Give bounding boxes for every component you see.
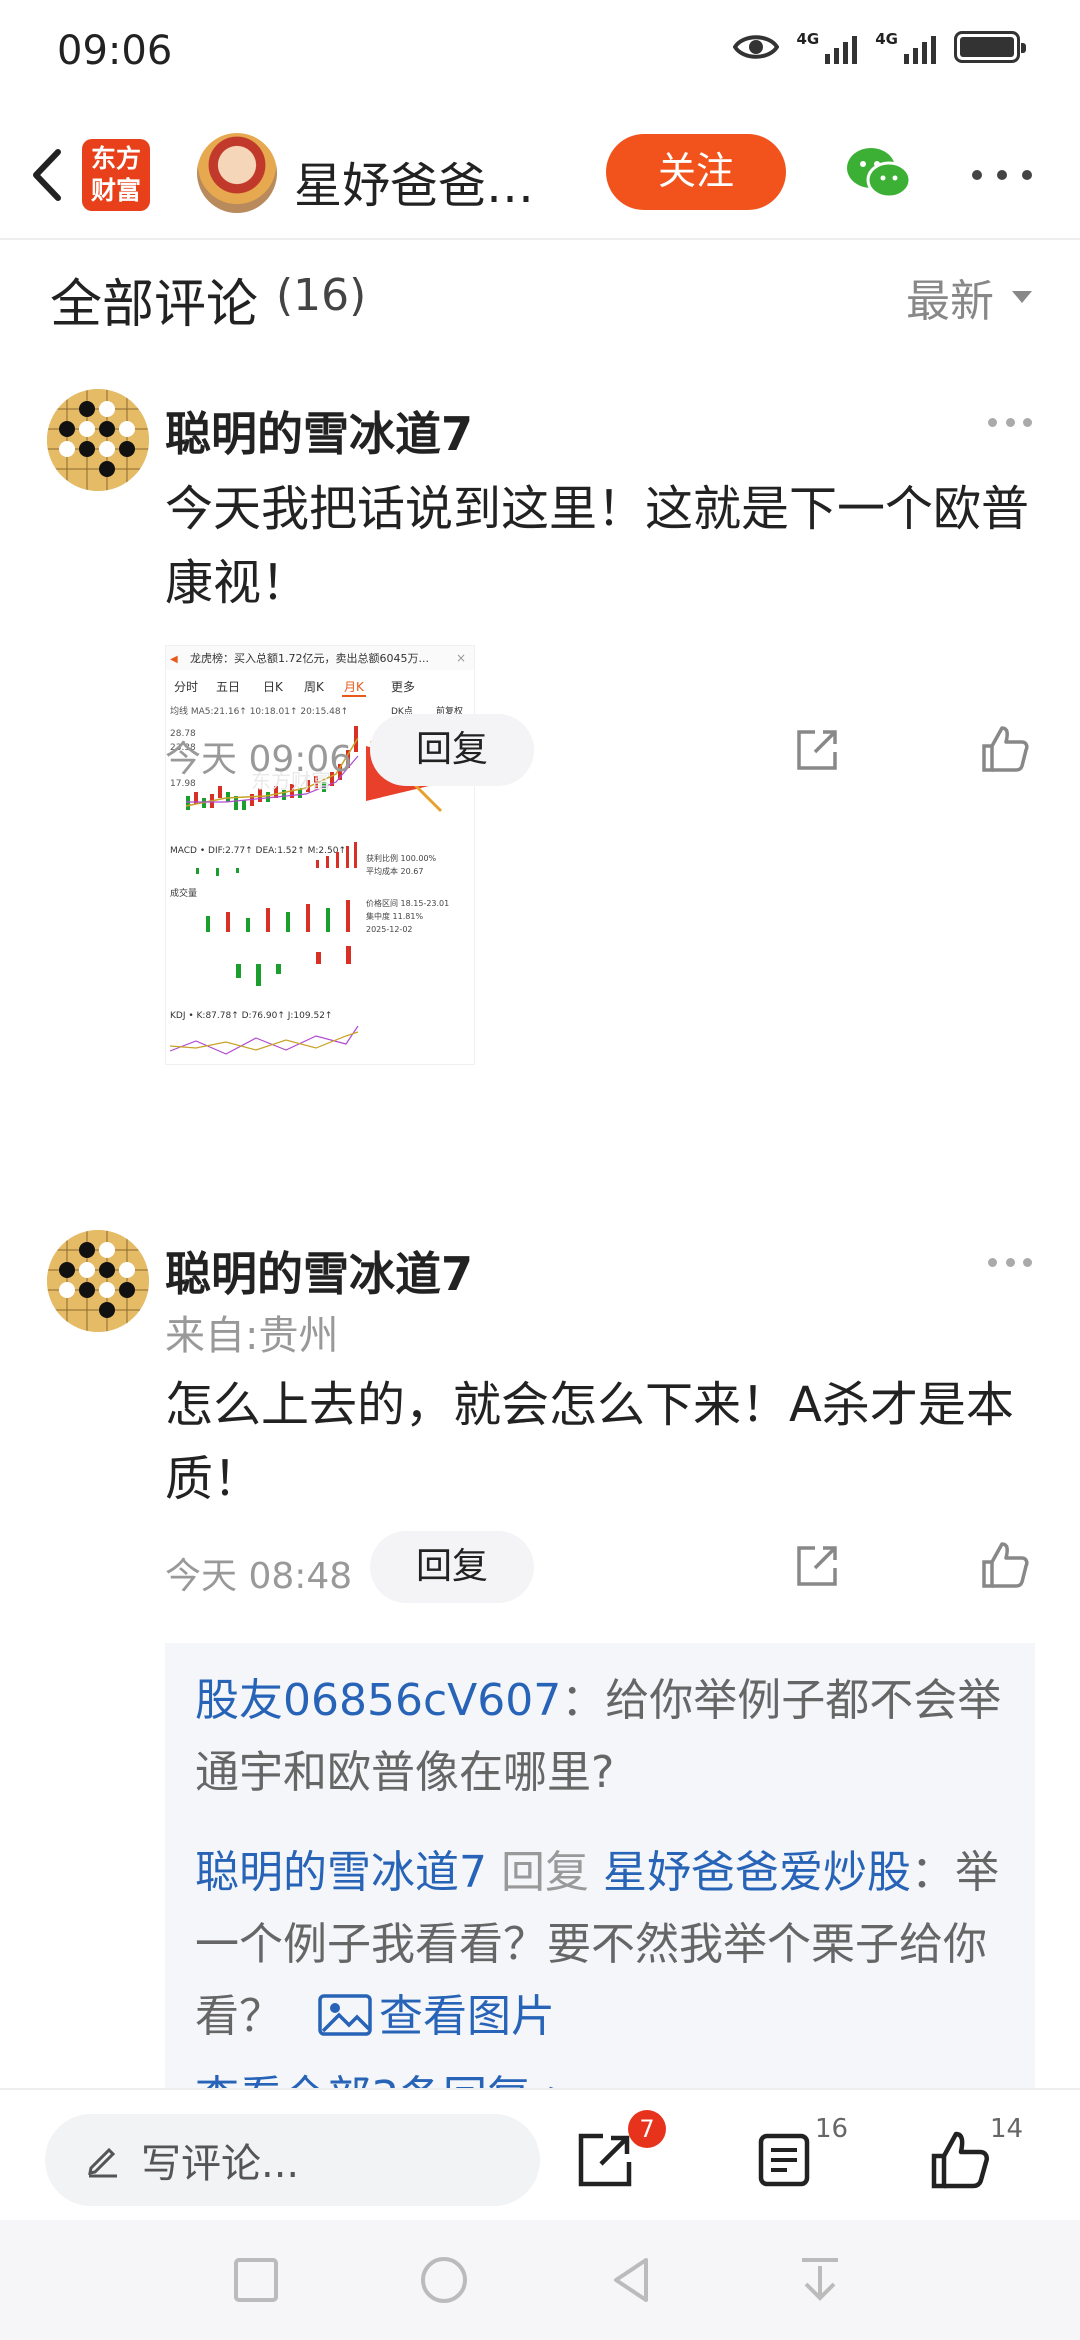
share-icon[interactable] xyxy=(793,726,841,774)
caret-down-icon xyxy=(1012,291,1032,303)
chart-stat: 2025-12-02 xyxy=(366,925,413,934)
reply-button[interactable]: 回复 xyxy=(370,714,534,786)
sub-replies: 股友06856cV607：给你举例子都不会举通宇和欧普像在哪里? 聪明的雪冰道7… xyxy=(165,1643,1035,2088)
comment-more-icon[interactable] xyxy=(988,418,1032,428)
recent-apps-icon[interactable] xyxy=(230,2254,282,2306)
comment-input[interactable]: 写评论... xyxy=(45,2114,540,2206)
comment-location: 来自:贵州 xyxy=(165,1313,339,1359)
more-options-icon[interactable] xyxy=(972,166,1032,184)
home-icon[interactable] xyxy=(418,2254,470,2306)
comment-placeholder: 写评论... xyxy=(141,2141,300,2187)
svg-text:◀: ◀ xyxy=(170,654,178,665)
comment-text: 怎么上去的，就会怎么下来！A杀才是本质！ xyxy=(165,1377,1014,1507)
battery-icon xyxy=(954,31,1026,63)
bottom-action-bar: 写评论... 7 16 14 xyxy=(0,2088,1080,2220)
comments-count: 16 xyxy=(815,2114,849,2144)
status-icons: 4G 4G xyxy=(732,30,1026,64)
view-all-replies-link[interactable]: 查看全部3条回复 > xyxy=(195,2061,582,2088)
chart-stat: 获利比例 100.00% xyxy=(366,853,437,863)
sub-reply-mid: 回复 xyxy=(487,1847,603,1898)
stock-chart-image[interactable]: ◀ 龙虎榜：买入总额1.72亿元，卖出总额6045万... × 分时 五日 日K… xyxy=(165,645,475,1065)
back-arrow-icon[interactable] xyxy=(20,140,80,210)
sub-reply-target[interactable]: 星妤爸爸爱炒股 xyxy=(603,1847,911,1898)
like-icon[interactable] xyxy=(980,724,1030,774)
view-image-link[interactable]: 查看图片 xyxy=(297,1991,555,2042)
share-icon[interactable] xyxy=(793,1542,841,1590)
sub-reply-user[interactable]: 聪明的雪冰道7 xyxy=(195,1847,487,1898)
comments-header: 全部评论 (16) 最新 xyxy=(0,240,1080,350)
comment-username[interactable]: 聪明的雪冰道7 xyxy=(165,1238,473,1304)
wechat-share-icon[interactable] xyxy=(845,144,913,204)
app-logo[interactable]: 东方 财富 xyxy=(82,139,150,211)
comment-text: 今天我把话说到这里！这就是下一个欧普康视！ xyxy=(165,481,1030,611)
author-name[interactable]: 星妤爸爸… xyxy=(294,146,534,216)
comments-icon[interactable] xyxy=(755,2130,815,2190)
chart-tab[interactable]: 更多 xyxy=(391,680,415,694)
chart-volume: 成交量 xyxy=(170,887,197,899)
chart-banner: 龙虎榜：买入总额1.72亿元，卖出总额6045万... xyxy=(190,651,429,665)
chart-tab[interactable]: 日K xyxy=(263,680,284,694)
eye-icon xyxy=(732,35,779,59)
chart-tab-active[interactable]: 月K xyxy=(344,680,365,694)
like-icon[interactable] xyxy=(930,2130,990,2190)
signal-2-icon: 4G xyxy=(875,30,936,64)
hide-nav-icon[interactable] xyxy=(794,2254,846,2306)
chart-tab[interactable]: 周K xyxy=(304,680,325,694)
sub-reply: 聪明的雪冰道7 回复 星妤爸爸爱炒股：举一个例子我看看？要不然我举个栗子给你看？… xyxy=(195,1837,1015,2053)
chart-tab[interactable]: 分时 xyxy=(174,680,198,694)
status-time: 09:06 xyxy=(57,28,173,74)
comments-count: (16) xyxy=(276,270,367,321)
share-icon[interactable] xyxy=(575,2130,635,2190)
chart-macd: MACD • DIF:2.77↑ DEA:1.52↑ M:2.50↑ xyxy=(170,846,346,856)
comment-time: 今天 09:06 xyxy=(165,739,353,780)
comments-title: 全部评论 xyxy=(50,275,259,335)
top-header: 东方 财富 星妤爸爸… 关注 xyxy=(0,110,1080,240)
comment-time: 今天 08:48 xyxy=(165,1556,353,1597)
chart-stat: 平均成本 20.67 xyxy=(366,866,423,876)
sub-reply: 股友06856cV607：给你举例子都不会举通宇和欧普像在哪里? xyxy=(195,1665,1015,1809)
chart-stat: 集中度 11.81% xyxy=(366,911,423,921)
sort-dropdown[interactable]: 最新 xyxy=(906,265,1032,329)
sub-reply-user[interactable]: 股友06856cV607 xyxy=(195,1675,561,1726)
chart-kdj: KDJ • K:87.78↑ D:76.90↑ J:109.52↑ xyxy=(170,1011,332,1021)
status-bar: 09:06 4G 4G xyxy=(0,0,1080,110)
go-board-avatar[interactable] xyxy=(47,1230,149,1332)
chart-tab[interactable]: 五日 xyxy=(216,680,240,694)
author-avatar[interactable] xyxy=(197,133,277,213)
chart-stat: 价格区间 18.15-23.01 xyxy=(366,898,449,908)
likes-count: 14 xyxy=(990,2114,1024,2144)
signal-1-icon: 4G xyxy=(797,30,858,64)
chart-ma-line: 均线 MA5:21.16↑ 10:18.01↑ 20:15.48↑ xyxy=(170,705,348,717)
comment-more-icon[interactable] xyxy=(988,1258,1032,1268)
follow-button[interactable]: 关注 xyxy=(606,134,786,210)
reply-button[interactable]: 回复 xyxy=(370,1531,534,1603)
share-badge: 7 xyxy=(628,2110,666,2148)
system-nav-bar xyxy=(0,2220,1080,2340)
pencil-icon xyxy=(88,2147,117,2178)
like-icon[interactable] xyxy=(980,1540,1030,1590)
go-board-avatar[interactable] xyxy=(47,389,149,491)
svg-text:×: × xyxy=(456,651,466,665)
back-icon[interactable] xyxy=(606,2254,658,2306)
comment-username[interactable]: 聪明的雪冰道7 xyxy=(165,398,473,464)
image-icon xyxy=(318,1994,372,2036)
